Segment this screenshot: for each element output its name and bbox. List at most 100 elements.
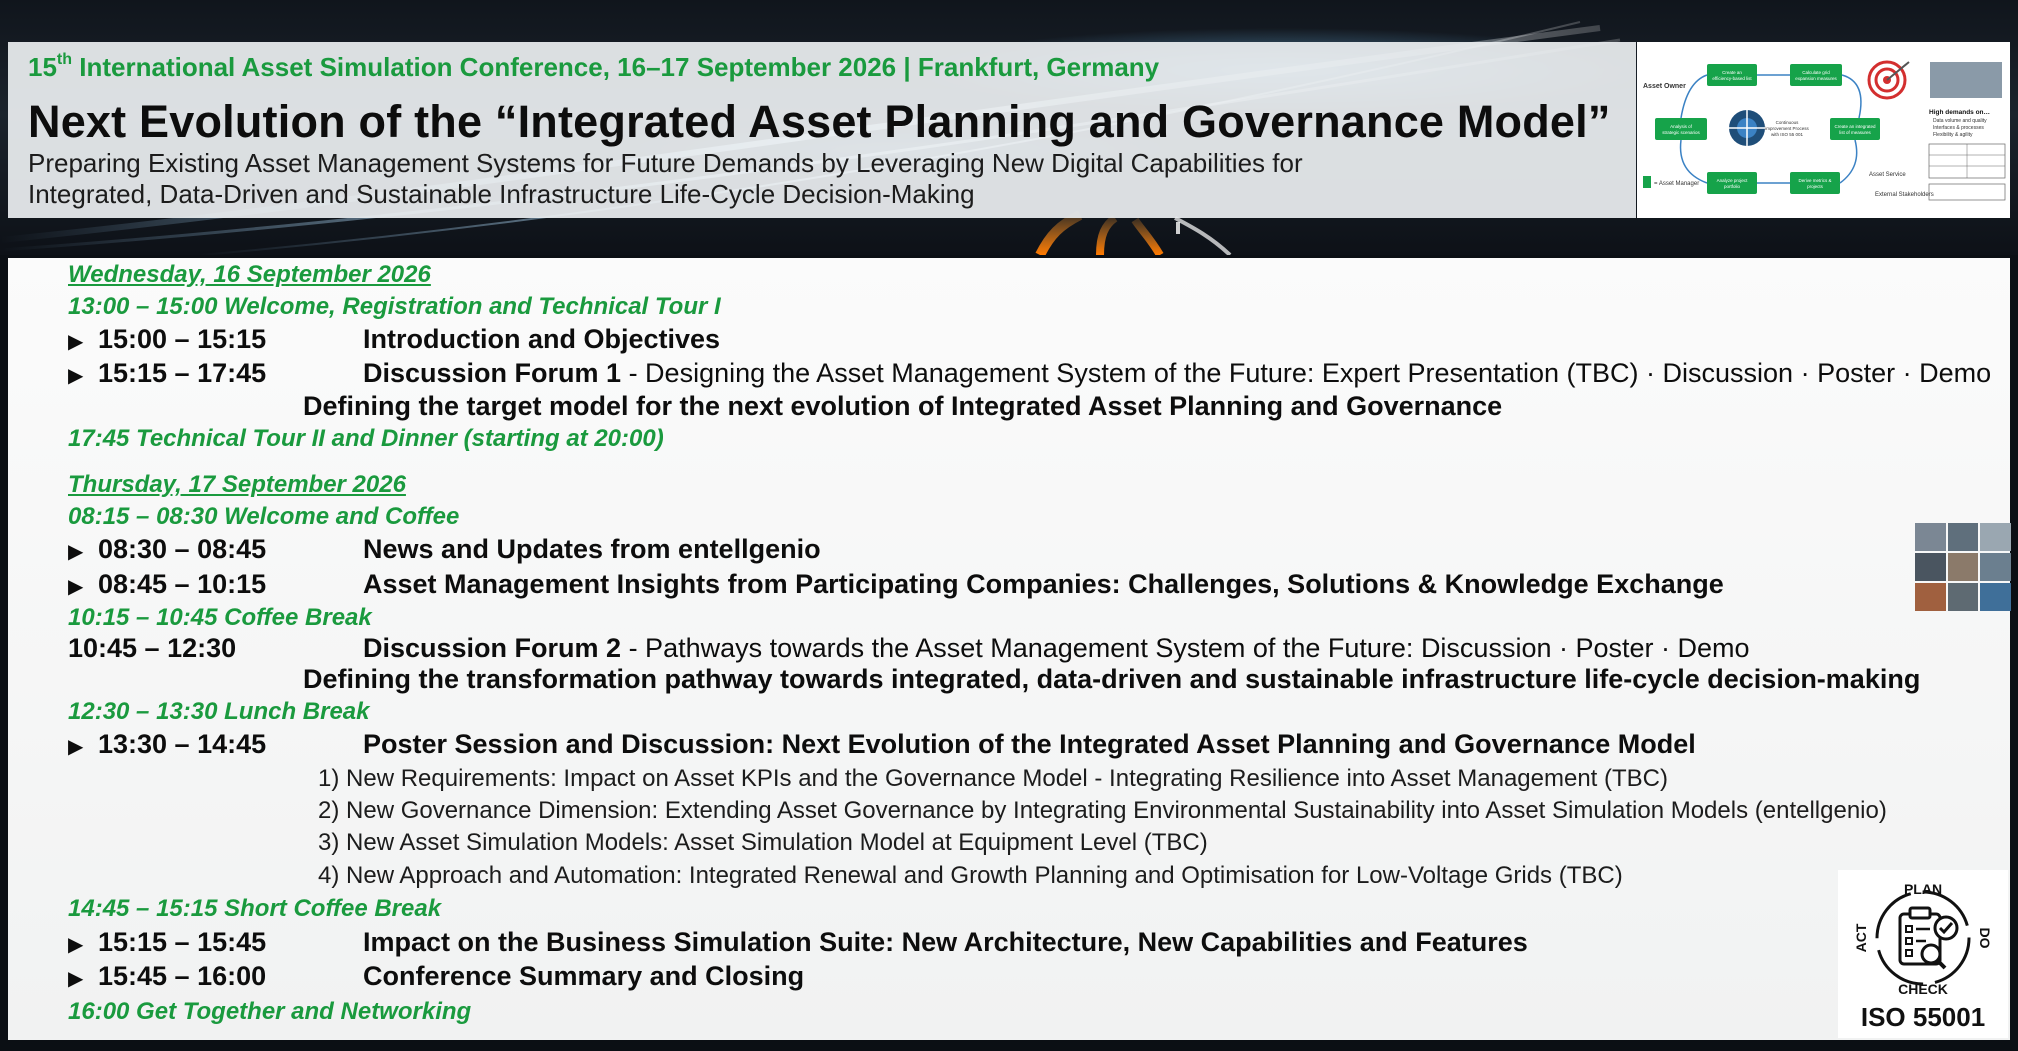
diagram-box-6 — [1790, 172, 1840, 194]
arrow-icon: ▶ — [68, 541, 84, 563]
pdca-cycle-icon: PLAN DO CHECK ACT — [1853, 881, 1993, 997]
page-title: Next Evolution of the “Integrated Asset … — [28, 96, 1611, 147]
diagram-box-2-label-2: expansion measures — [1795, 76, 1837, 81]
session-time: 08:30 – 08:45 — [98, 534, 267, 564]
iso-55001-badge: PLAN DO CHECK ACT ISO 55001 — [1838, 870, 2008, 1038]
diagram-box-3-label-2: strategic scenarios — [1662, 130, 1700, 135]
conference-ordinal: th — [56, 51, 73, 69]
session-title: News and Updates from entellgenio — [363, 534, 821, 564]
diagram-bullet-3: Flexibility & agility — [1933, 132, 1973, 138]
session-title: Poster Session and Discussion: Next Evol… — [363, 729, 1696, 759]
session-title: Impact on the Business Simulation Suite:… — [363, 927, 1528, 957]
arrow-icon: ▶ — [68, 365, 84, 387]
session-time: 15:15 – 17:45 — [98, 358, 267, 388]
session-title: Introduction and Objectives — [363, 324, 721, 354]
diagram-box-4-label: Create an integrated — [1834, 124, 1876, 129]
photo-tile — [1915, 523, 1946, 551]
diagram-box-1-label-2: efficiency-based list — [1712, 76, 1752, 81]
session-time: 08:45 – 10:15 — [98, 569, 267, 599]
diagram-box-6-label-2: projects — [1807, 184, 1824, 189]
day2-lunch-break: 12:30 – 13:30 Lunch Break — [68, 698, 370, 725]
arrow-icon: ▶ — [68, 934, 84, 956]
session-title: Asset Management Insights from Participa… — [363, 569, 1724, 599]
poster-item: 1) New Requirements: Impact on Asset KPI… — [318, 765, 1668, 792]
pdca-act-label: ACT — [1853, 923, 1869, 952]
session-time: 15:45 – 16:00 — [98, 961, 267, 991]
arrow-icon: ▶ — [68, 736, 84, 758]
diagram-bullet-2: Interfaces & processes — [1933, 125, 1984, 131]
poster-item: 2) New Governance Dimension: Extending A… — [318, 797, 1887, 824]
poster-item: 3) New Asset Simulation Models: Asset Si… — [318, 829, 1208, 856]
diagram-box-2-label: Calculate grid — [1802, 70, 1830, 75]
poster-item: 4) New Approach and Automation: Integrat… — [318, 862, 1623, 889]
diagram-external: External Stakeholders — [1875, 192, 1934, 198]
diagram-center-label: Continuous — [1776, 120, 1800, 125]
process-diagram: Asset Owner Create an efficiency-based l… — [1637, 42, 2010, 218]
day1-date: Wednesday, 16 September 2026 — [68, 261, 431, 288]
conference-number: 15 — [28, 52, 57, 82]
process-diagram-graphic: Asset Owner Create an efficiency-based l… — [1643, 60, 2006, 201]
photo-tile — [1980, 553, 2011, 581]
photo-tile — [1915, 583, 1946, 611]
session-title-bold: Discussion Forum 1 — [363, 358, 622, 388]
day1-session-2-subline: Defining the target model for the next e… — [303, 391, 1503, 421]
diagram-box-6-label: Derive metrics & — [1798, 178, 1831, 183]
day2-short-coffee-break: 14:45 – 15:15 Short Coffee Break — [68, 895, 442, 922]
day2-date: Thursday, 17 September 2026 — [68, 471, 406, 498]
session-title-bold: Discussion Forum 2 — [363, 633, 622, 663]
session-description: - Pathways towards the Asset Management … — [621, 633, 1750, 663]
diagram-box-2 — [1790, 64, 1842, 86]
diagram-bullet-1: Data volume and quality — [1933, 118, 1987, 124]
photo-tile — [1947, 583, 1979, 611]
page-subtitle: Preparing Existing Asset Management Syst… — [28, 148, 1528, 210]
photo-tile — [1980, 583, 2011, 611]
pdca-do-label: DO — [1977, 928, 1993, 949]
header-text-box: 15th International Asset Simulation Conf… — [8, 42, 1636, 218]
diagram-asset-owner: Asset Owner — [1643, 83, 1686, 90]
day2-welcome: 08:15 – 08:30 Welcome and Coffee — [68, 503, 460, 530]
diagram-center-label-2: improvement Process — [1765, 126, 1809, 131]
arrow-icon: ▶ — [68, 968, 84, 990]
diagram-box-1 — [1707, 64, 1757, 86]
subtitle-line-2: Integrated, Data-Driven and Sustainable … — [28, 179, 975, 209]
session-time: 10:45 – 12:30 — [68, 633, 237, 663]
header-banner: 15th International Asset Simulation Conf… — [0, 0, 2018, 255]
arrow-icon: ▶ — [68, 576, 84, 598]
diagram-photo — [1930, 62, 2002, 98]
target-icon — [1867, 60, 1910, 100]
diagram-box-4-label-2: list of measures — [1839, 130, 1871, 135]
diagram-box-5 — [1707, 172, 1757, 194]
diagram-center-label-3: with ISO 55 001 — [1771, 132, 1804, 137]
day2-session-3-subline: Defining the transformation pathway towa… — [303, 664, 1921, 694]
pdca-plan-label: PLAN — [1904, 881, 1942, 897]
diagram-box-1-label: Create an — [1722, 70, 1742, 75]
session-title: Conference Summary and Closing — [363, 961, 805, 991]
conference-details: International Asset Simulation Conferenc… — [72, 52, 1160, 82]
session-description: - Designing the Asset Management System … — [621, 358, 1992, 388]
session-title: Discussion Forum 2 - Pathways towards th… — [363, 633, 1750, 664]
photo-tile — [1915, 553, 1946, 581]
diagram-box-5-label-2: portfolio — [1724, 184, 1741, 189]
diagram-high-demands: High demands on… — [1929, 109, 1990, 116]
pdca-check-label: CHECK — [1898, 981, 1948, 997]
day2-closing: 16:00 Get Together and Networking — [68, 998, 472, 1025]
photo-tile — [1980, 523, 2011, 551]
check-circle-icon — [1933, 915, 1959, 941]
diagram-asset-manager: = Asset Manager — [1654, 181, 1699, 187]
diagram-box-4 — [1830, 118, 1880, 140]
diagram-table-2 — [1928, 183, 2006, 201]
diagram-asset-service: Asset Service — [1869, 172, 1906, 178]
session-time: 13:30 – 14:45 — [98, 729, 267, 759]
diagram-box-3-label: Analysis of — [1670, 124, 1693, 129]
infrastructure-photo-grid — [1915, 523, 2011, 611]
photo-tile — [1947, 553, 1979, 581]
day1-welcome: 13:00 – 15:00 Welcome, Registration and … — [68, 293, 721, 320]
iso-label: ISO 55001 — [1860, 1002, 1986, 1032]
day2-coffee-break: 10:15 – 10:45 Coffee Break — [68, 604, 372, 631]
session-time: 15:15 – 15:45 — [98, 927, 267, 957]
session-time: 15:00 – 15:15 — [98, 324, 267, 354]
day1-evening: 17:45 Technical Tour II and Dinner (star… — [68, 425, 664, 452]
diagram-legend-swatch — [1643, 176, 1651, 188]
agenda-panel: Wednesday, 16 September 2026 13:00 – 15:… — [8, 258, 2011, 1040]
diagram-box-5-label: Analyze project — [1717, 178, 1749, 183]
